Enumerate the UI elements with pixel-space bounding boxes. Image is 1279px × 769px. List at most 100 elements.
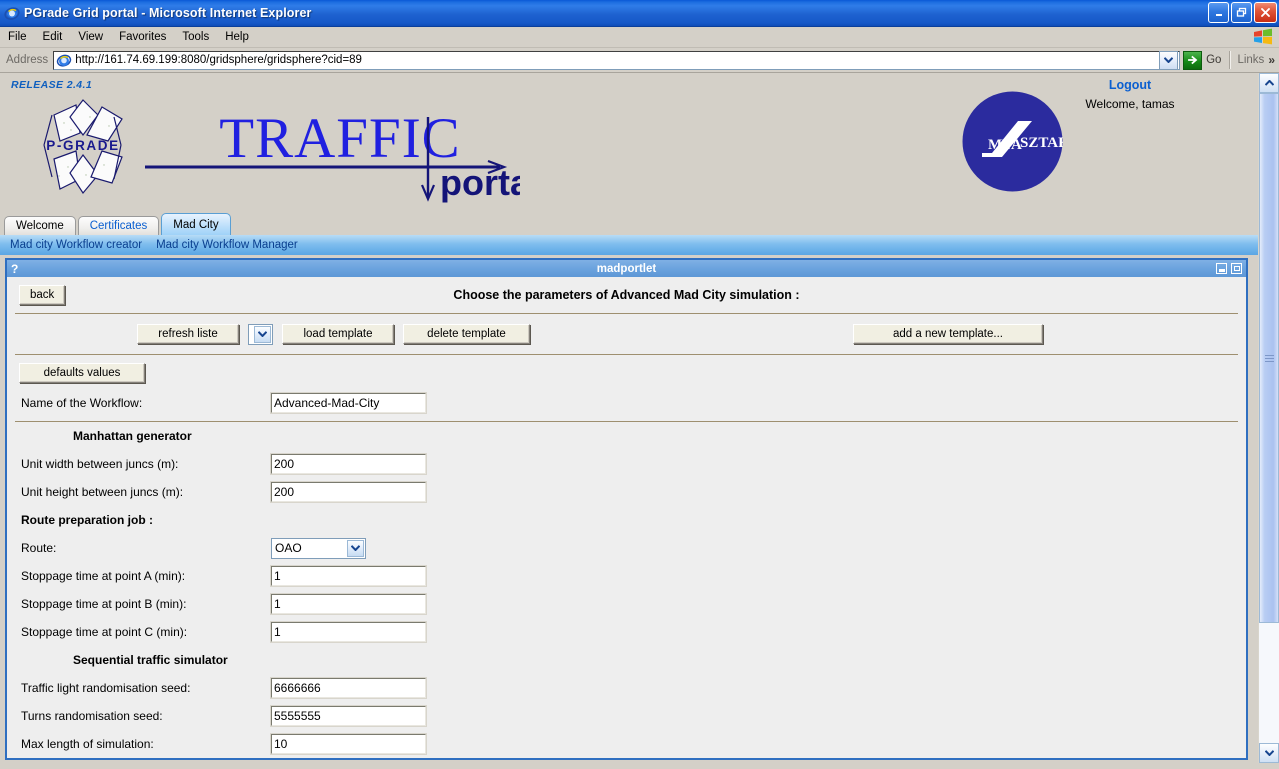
field-row-stoppage-a: Stoppage time at point A (min): [7, 562, 1246, 590]
back-button[interactable]: back [19, 285, 66, 305]
address-input[interactable]: http://161.74.69.199:8080/gridsphere/gri… [53, 50, 1181, 70]
chevron-down-icon [254, 325, 271, 343]
field-row-unit-width: Unit width between juncs (m): [7, 450, 1246, 478]
template-toolbar-group: refresh liste load template delete templ… [137, 323, 530, 345]
field-row-unit-height: Unit height between juncs (m): [7, 478, 1246, 506]
workflow-name-label: Name of the Workflow: [21, 396, 143, 410]
browser-viewport: RELEASE 2.4.1 P-GRADE TRAFFIC port MTA S… [0, 73, 1279, 763]
subnav-item-workflow-creator[interactable]: Mad city Workflow creator [10, 239, 142, 251]
section-heading-manhattan-generator: Manhattan generator [7, 422, 1246, 450]
stoppage-b-input[interactable] [270, 593, 427, 615]
stoppage-b-label: Stoppage time at point B (min): [21, 597, 187, 611]
workflow-name-input[interactable] [270, 392, 427, 414]
delete-template-button[interactable]: delete template [403, 324, 530, 344]
portal-subnav: Mad city Workflow creator Mad city Workf… [0, 235, 1258, 255]
address-bar: Address http://161.74.69.199:8080/gridsp… [0, 48, 1279, 73]
menu-bar: File Edit View Favorites Tools Help [0, 27, 1279, 48]
portal-page: RELEASE 2.4.1 P-GRADE TRAFFIC port MTA S… [0, 73, 1259, 763]
tab-welcome[interactable]: Welcome [4, 216, 76, 235]
tab-certificates[interactable]: Certificates [77, 216, 160, 235]
tab-mad-city[interactable]: Mad City [161, 213, 231, 235]
menu-item-help[interactable]: Help [217, 29, 257, 45]
page-icon [56, 52, 72, 68]
menu-item-tools[interactable]: Tools [174, 29, 217, 45]
madportlet: ? madportlet back Choose the parameters … [5, 258, 1248, 760]
portlet-header-row: back Choose the parameters of Advanced M… [7, 277, 1246, 313]
page-scrollbar[interactable] [1258, 73, 1279, 763]
scrollbar-thumb[interactable] [1259, 93, 1279, 623]
menu-item-file[interactable]: File [0, 29, 35, 45]
field-row-stoppage-c: Stoppage time at point C (min): [7, 618, 1246, 646]
stoppage-c-input[interactable] [270, 621, 427, 643]
max-length-input[interactable] [270, 733, 427, 755]
portlet-minimize-icon[interactable] [1216, 263, 1227, 274]
field-row-traffic-light-seed: Traffic light randomisation seed: [7, 674, 1246, 702]
scrollbar-track[interactable] [1259, 93, 1279, 743]
section-title: Route preparation job : [21, 513, 153, 527]
go-button[interactable]: Go [1180, 50, 1227, 70]
portlet-maximize-icon[interactable] [1231, 263, 1242, 274]
section-heading-route-preparation-job: Route preparation job : [7, 506, 1246, 534]
menu-item-view[interactable]: View [70, 29, 111, 45]
scrollbar-grip-icon [1264, 353, 1274, 364]
turns-seed-input[interactable] [270, 705, 427, 727]
scroll-up-button[interactable] [1259, 73, 1279, 93]
traffic-light-seed-input[interactable] [270, 677, 427, 699]
route-select[interactable]: OAO [271, 537, 366, 559]
window-titlebar: PGrade Grid portal - Microsoft Internet … [0, 0, 1279, 27]
portlet-title-label: madportlet [596, 262, 657, 275]
minimize-button[interactable] [1208, 2, 1229, 23]
scroll-down-button[interactable] [1259, 743, 1279, 763]
section-heading-sequential-traffic-simulator: Sequential traffic simulator [7, 646, 1246, 674]
menu-item-favorites[interactable]: Favorites [111, 29, 174, 45]
logout-link[interactable]: Logout [1016, 78, 1244, 92]
chevron-double-right-icon[interactable]: » [1268, 53, 1279, 67]
subnav-item-workflow-manager[interactable]: Mad city Workflow Manager [156, 239, 298, 251]
go-arrow-icon [1183, 50, 1203, 70]
route-label: Route: [21, 541, 57, 555]
portlet-body: back Choose the parameters of Advanced M… [7, 277, 1246, 758]
refresh-liste-button[interactable]: refresh liste [137, 324, 239, 344]
defaults-values-button[interactable]: defaults values [19, 363, 145, 383]
pgrade-logo: P-GRADE [24, 93, 142, 205]
close-button[interactable] [1254, 2, 1277, 23]
portal-header: RELEASE 2.4.1 P-GRADE TRAFFIC port MTA S… [0, 73, 1258, 213]
window-title: PGrade Grid portal - Microsoft Internet … [24, 6, 312, 20]
release-version-label: RELEASE 2.4.1 [11, 79, 93, 91]
links-button[interactable]: Links [1233, 54, 1268, 66]
svg-text:portal: portal [440, 162, 520, 203]
template-select[interactable] [248, 323, 273, 345]
window-controls [1208, 2, 1277, 23]
address-url-text: http://161.74.69.199:8080/gridsphere/gri… [75, 54, 362, 66]
menu-item-edit[interactable]: Edit [35, 29, 71, 45]
section-title: Manhattan generator [73, 429, 192, 443]
load-template-button[interactable]: load template [282, 324, 394, 344]
ie-icon [4, 5, 20, 21]
traffic-portal-logo: TRAFFIC portal [140, 95, 540, 203]
field-row-turns-seed: Turns randomisation seed: [7, 702, 1246, 730]
max-length-label: Max length of simulation: [21, 737, 154, 751]
portlet-titlebar: ? madportlet [7, 260, 1246, 277]
help-icon[interactable]: ? [11, 262, 18, 276]
route-select-value: OAO [275, 541, 302, 555]
portal-tabstrip: Welcome Certificates Mad City [0, 213, 1258, 235]
unit-width-label: Unit width between juncs (m): [21, 457, 179, 471]
add-new-template-button[interactable]: add a new template... [853, 324, 1043, 344]
stoppage-a-input[interactable] [270, 565, 427, 587]
restore-button[interactable] [1231, 2, 1252, 23]
portlet-controls [1216, 263, 1242, 274]
simulation-parameters-form: defaults values Name of the Workflow: Ma… [7, 355, 1246, 758]
stoppage-a-label: Stoppage time at point A (min): [21, 569, 186, 583]
unit-height-input[interactable] [270, 481, 427, 503]
field-row-stoppage-b: Stoppage time at point B (min): [7, 590, 1246, 618]
unit-width-input[interactable] [270, 453, 427, 475]
chevron-down-icon [347, 539, 364, 557]
toolbar-separator [1229, 51, 1232, 69]
field-row-route: Route: OAO [7, 534, 1246, 562]
stoppage-c-label: Stoppage time at point C (min): [21, 625, 188, 639]
address-dropdown-icon[interactable] [1159, 50, 1179, 70]
template-toolbar: refresh liste load template delete templ… [7, 314, 1246, 354]
windows-flag-icon [1251, 28, 1275, 46]
section-title: Sequential traffic simulator [73, 653, 228, 667]
welcome-user-label: Welcome, tamas [1085, 97, 1175, 111]
